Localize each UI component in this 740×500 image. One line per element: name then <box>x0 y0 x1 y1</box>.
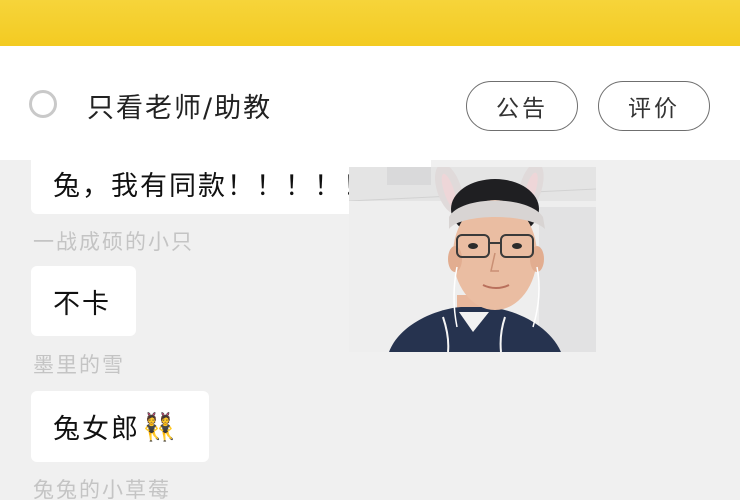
top-banner <box>0 0 740 46</box>
sender-name: 一战成硕的小只 <box>33 230 194 254</box>
teacher-only-label[interactable]: 只看老师/助教 <box>87 86 272 125</box>
chat-message-bubble: 不卡 <box>31 266 136 336</box>
chat-message-bubble: 兔女郎 👯 <box>31 391 209 462</box>
teacher-video-feed[interactable] <box>349 167 596 352</box>
video-frame-icon <box>349 167 596 352</box>
rate-button[interactable]: 评价 <box>598 81 710 131</box>
notice-button[interactable]: 公告 <box>466 81 578 131</box>
message-text: 不卡 <box>53 288 111 320</box>
sender-name: 墨里的雪 <box>33 353 125 377</box>
message-text: 兔女郎 <box>53 414 140 445</box>
filter-bar: 只看老师/助教 公告 评价 <box>0 46 740 160</box>
bunny-girls-emoji-icon: 👯 <box>142 411 178 443</box>
teacher-only-radio[interactable] <box>29 90 57 118</box>
sender-name: 兔兔的小草莓 <box>33 478 171 500</box>
